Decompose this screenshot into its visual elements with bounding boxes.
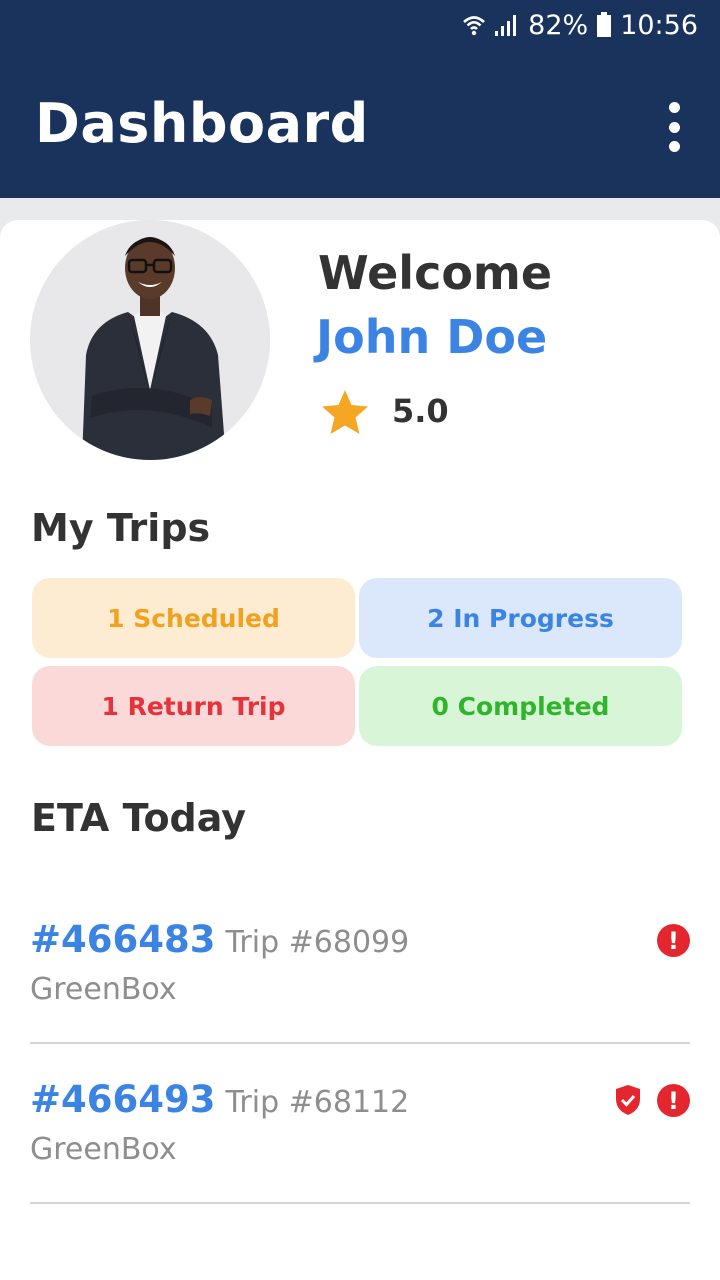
trip-filter-scheduled[interactable]: 1 Scheduled [32, 578, 355, 658]
trip-number: Trip #68099 [225, 925, 410, 960]
trip-filter-completed[interactable]: 0 Completed [359, 666, 682, 746]
rating-value: 5.0 [392, 392, 449, 430]
app-bar: Dashboard [0, 50, 720, 198]
dashboard-card: Welcome John Doe 5.0 My Trips 1 Schedule… [0, 220, 720, 1280]
eta-today-title: ETA Today [31, 796, 246, 840]
eta-order-line: #466483 Trip #68099 [30, 918, 409, 961]
user-name: John Doe [316, 310, 548, 364]
my-trips-title: My Trips [31, 506, 211, 550]
clock: 10:56 [620, 9, 698, 41]
alert-icon: ! [657, 1084, 690, 1117]
star-icon [322, 390, 368, 434]
avatar [30, 220, 270, 460]
trip-number: Trip #68112 [225, 1085, 410, 1120]
signal-icon [495, 15, 517, 36]
order-id: #466493 [30, 1078, 216, 1121]
welcome-text: Welcome [318, 246, 553, 300]
wifi-icon [463, 16, 486, 36]
avatar-image [30, 220, 270, 460]
alert-icon: ! [657, 924, 690, 957]
page-title: Dashboard [35, 92, 369, 155]
trip-filter-in-progress[interactable]: 2 In Progress [359, 578, 682, 658]
company-name: GreenBox [30, 972, 177, 1007]
shield-check-icon [616, 1085, 640, 1115]
company-name: GreenBox [30, 1132, 177, 1167]
eta-order-line: #466493 Trip #68112 [30, 1078, 409, 1121]
trip-filter-return-trip[interactable]: 1 Return Trip [32, 666, 355, 746]
eta-list-item[interactable]: #466493 Trip #68112 GreenBox ! [30, 1044, 690, 1204]
order-id: #466483 [30, 918, 216, 961]
status-bar: 82% 10:56 [0, 0, 720, 50]
battery-icon [597, 12, 612, 37]
eta-list-item[interactable]: #466483 Trip #68099 GreenBox ! [30, 884, 690, 1044]
battery-percent: 82% [528, 9, 589, 41]
more-vert-icon[interactable] [658, 102, 690, 152]
